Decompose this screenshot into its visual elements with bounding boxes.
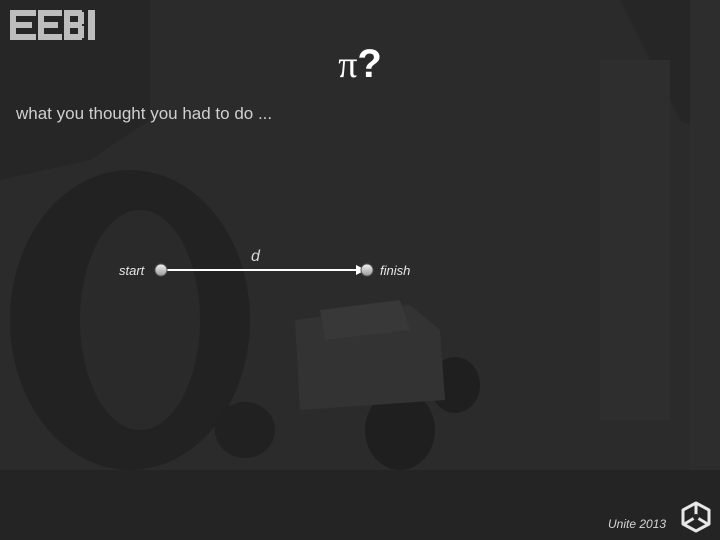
title-question-mark: ? [357,42,382,86]
start-label: start [119,263,145,278]
eebi-logo [10,10,95,40]
title-symbol: π [338,44,358,86]
start-node [154,263,168,277]
slide-subtitle: what you thought you had to do ... [16,104,273,123]
conference-label: Unite 2013 [608,517,667,531]
distance-label: d [251,248,260,265]
slide-title: π? [0,40,720,89]
finish-label: finish [380,263,411,278]
unity-logo-icon [681,501,711,533]
finish-node [360,263,374,277]
